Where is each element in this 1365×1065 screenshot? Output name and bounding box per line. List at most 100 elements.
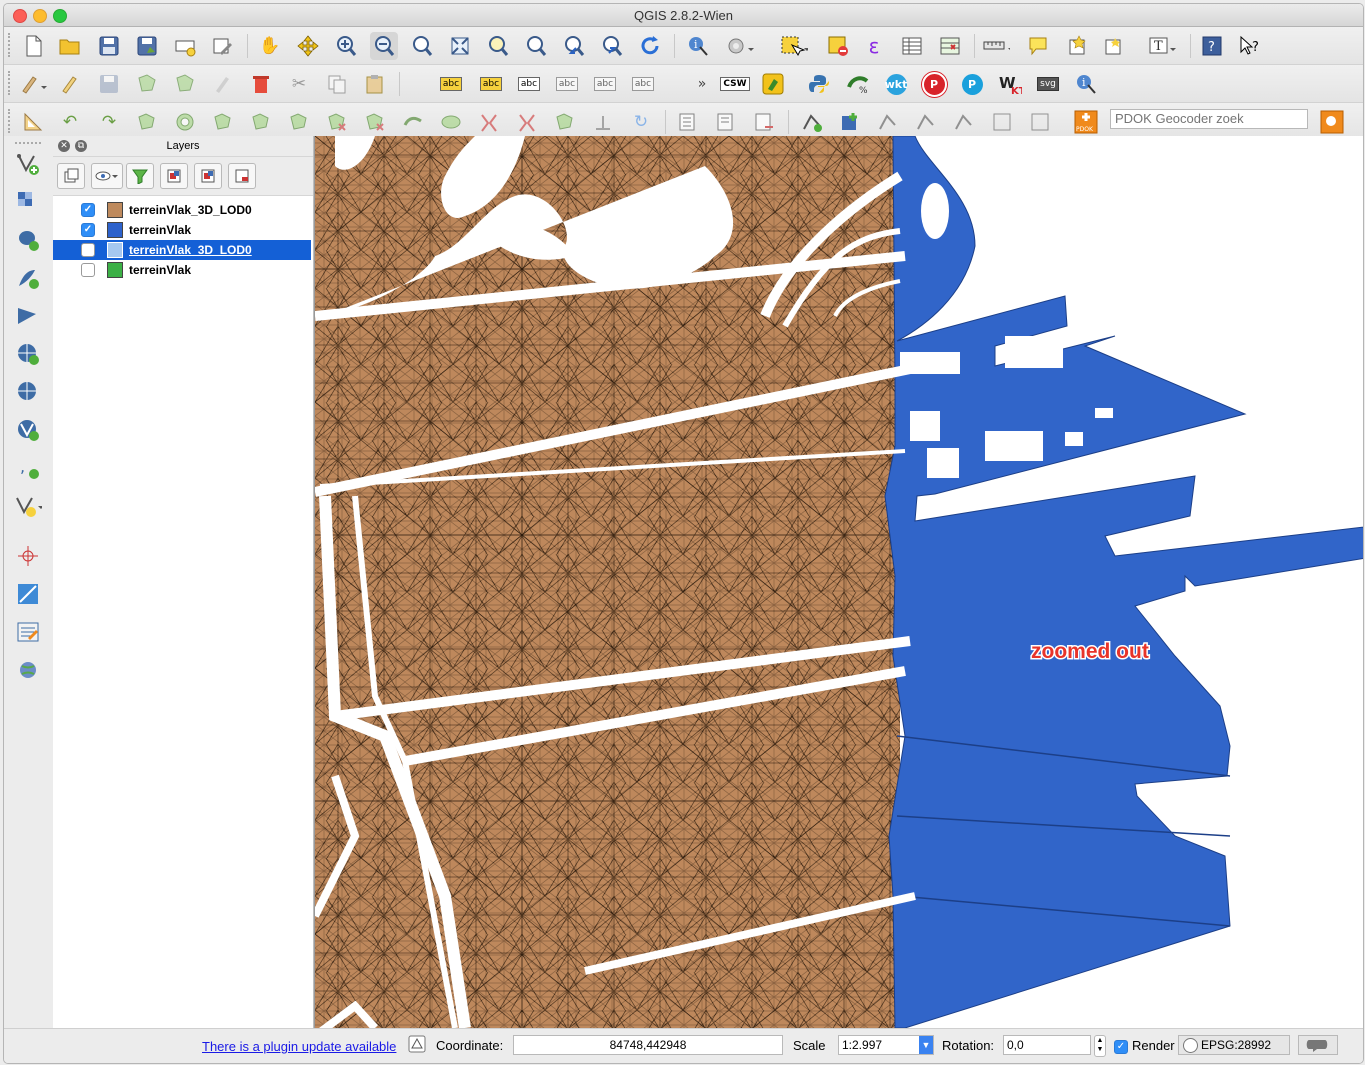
svg-export-icon[interactable]: svg — [1034, 70, 1062, 98]
rotation-stepper[interactable]: ▲ ▼ — [1094, 1035, 1106, 1057]
change-label-icon[interactable]: abc — [629, 70, 657, 98]
simplify-feature-icon[interactable] — [133, 108, 161, 136]
text-annotation-icon[interactable]: T — [1148, 32, 1176, 60]
add-vector-layer-icon[interactable] — [14, 150, 42, 178]
add-delimited-text-layer-icon[interactable]: , — [14, 454, 42, 482]
action-icon[interactable] — [726, 32, 754, 60]
help-icon[interactable]: ? — [1198, 32, 1226, 60]
copy-features-icon[interactable] — [323, 70, 351, 98]
move-label-icon[interactable]: abc — [553, 70, 581, 98]
add-raster-layer-icon[interactable] — [14, 188, 42, 216]
refresh-icon[interactable] — [636, 32, 664, 60]
pin-labels-icon[interactable]: abc — [477, 70, 505, 98]
render-checkbox[interactable]: ✓ — [1114, 1040, 1128, 1054]
new-bookmark-icon[interactable] — [1064, 32, 1092, 60]
identify-info-icon[interactable]: i — [1072, 70, 1100, 98]
vertex-tool-3-icon[interactable] — [950, 108, 978, 136]
layer-row[interactable]: terreinVlak — [53, 260, 311, 280]
add-vertex-icon[interactable] — [798, 108, 826, 136]
layer-visibility-checkbox[interactable]: ✓ — [81, 203, 95, 217]
chevron-down-icon[interactable]: ▼ — [919, 1036, 933, 1054]
new-project-icon[interactable] — [19, 32, 47, 60]
map-tips-icon[interactable] — [1024, 32, 1052, 60]
vertex-tool-2-icon[interactable] — [912, 108, 940, 136]
pan-icon[interactable]: ✋ — [256, 32, 284, 60]
layer-visibility-checkbox[interactable] — [81, 243, 95, 257]
pan-to-selection-icon[interactable] — [294, 32, 322, 60]
zoom-last-icon[interactable] — [560, 32, 588, 60]
add-spatialite-layer-icon[interactable] — [14, 264, 42, 292]
layer-row-selected[interactable]: terreinVlak_3D_LOD0 — [53, 240, 311, 260]
spatial-query-icon[interactable] — [674, 108, 702, 136]
layer-row[interactable]: ✓ terreinVlak_3D_LOD0 — [53, 200, 311, 220]
rotation-field[interactable] — [1003, 1035, 1091, 1055]
pdok-p-red-icon[interactable]: P — [920, 70, 948, 98]
whats-this-icon[interactable]: ? — [1236, 32, 1264, 60]
split-features-icon[interactable] — [437, 108, 465, 136]
zoom-next-icon[interactable] — [598, 32, 626, 60]
python-console-icon[interactable] — [805, 70, 833, 98]
filter-legend-button[interactable] — [126, 163, 154, 189]
plugin-update-link[interactable]: There is a plugin update available — [202, 1039, 396, 1054]
add-wcs-layer-icon[interactable] — [14, 378, 42, 406]
vertex-tool-4-icon[interactable] — [988, 108, 1016, 136]
delete-selected-icon[interactable] — [247, 70, 275, 98]
crs-button[interactable]: EPSG:28992 — [1178, 1035, 1290, 1055]
layer-row[interactable]: ✓ terreinVlak — [53, 220, 311, 240]
open-project-icon[interactable] — [56, 32, 84, 60]
collapse-all-button[interactable] — [194, 163, 222, 189]
undo-icon[interactable]: ↶ — [56, 108, 84, 136]
add-crosshair-icon[interactable] — [14, 542, 42, 570]
manage-visibility-button[interactable] — [91, 163, 123, 189]
deselect-icon[interactable] — [824, 32, 852, 60]
scale-combobox[interactable]: 1:2.997 ▼ — [838, 1035, 934, 1055]
add-group-button[interactable] — [57, 163, 85, 189]
composer-manager-icon[interactable] — [209, 32, 237, 60]
toggle-editing-icon[interactable] — [56, 70, 84, 98]
add-part-icon[interactable] — [209, 108, 237, 136]
save-as-icon[interactable] — [133, 32, 161, 60]
georeferencer-icon[interactable] — [14, 580, 42, 608]
plugin-manager-icon[interactable] — [759, 70, 787, 98]
expression-select-icon[interactable]: ε — [860, 32, 888, 60]
geocoder-search-icon[interactable] — [1318, 108, 1346, 136]
layer-visibility-checkbox[interactable] — [81, 263, 95, 277]
redo-icon[interactable]: ↷ — [95, 108, 123, 136]
advanced-digitizing-icon[interactable] — [19, 108, 47, 136]
show-bookmarks-icon[interactable] — [1100, 32, 1128, 60]
expand-all-button[interactable] — [160, 163, 188, 189]
rotate-label-icon[interactable]: abc — [591, 70, 619, 98]
map-canvas[interactable]: zoomed out — [314, 136, 1363, 1028]
merge-features-icon[interactable] — [513, 108, 541, 136]
wkt-plugin-icon[interactable]: WKT — [996, 70, 1024, 98]
merge-attributes-icon[interactable] — [551, 108, 579, 136]
toolbar-overflow-icon[interactable]: » — [688, 70, 716, 98]
reshape-feature-icon[interactable] — [361, 108, 389, 136]
delete-ring-icon[interactable] — [285, 108, 313, 136]
table-remove-icon[interactable] — [750, 108, 778, 136]
message-log-button[interactable] — [1298, 1035, 1338, 1055]
measure-icon[interactable] — [982, 32, 1010, 60]
paste-features-icon[interactable] — [361, 70, 389, 98]
pdok-services-icon[interactable]: PDOK — [1072, 108, 1100, 136]
table-add-icon[interactable] — [712, 108, 740, 136]
add-ring-icon[interactable] — [171, 108, 199, 136]
rotate-feature-icon[interactable]: ↻ — [627, 108, 655, 136]
wkt-icon[interactable]: wkt — [882, 70, 910, 98]
add-wms-layer-icon[interactable] — [14, 340, 42, 368]
coordinate-field[interactable] — [513, 1035, 783, 1055]
node-tool-icon[interactable] — [209, 70, 237, 98]
zoom-in-icon[interactable] — [332, 32, 360, 60]
add-mssql-layer-icon[interactable] — [14, 302, 42, 330]
show-hide-labels-icon[interactable]: abc — [515, 70, 543, 98]
new-shapefile-layer-icon[interactable] — [14, 492, 42, 520]
label-icon[interactable]: abc — [437, 70, 465, 98]
messages-icon[interactable] — [406, 1033, 428, 1055]
vertex-tool-1-icon[interactable] — [874, 108, 902, 136]
current-edits-icon[interactable] — [19, 70, 47, 98]
rotate-point-symbols-icon[interactable] — [589, 108, 617, 136]
csw-icon[interactable]: CSW — [720, 70, 750, 98]
edit-metadata-icon[interactable] — [14, 618, 42, 646]
cut-features-icon[interactable]: ✂ — [285, 70, 313, 98]
field-calculator-icon[interactable] — [936, 32, 964, 60]
